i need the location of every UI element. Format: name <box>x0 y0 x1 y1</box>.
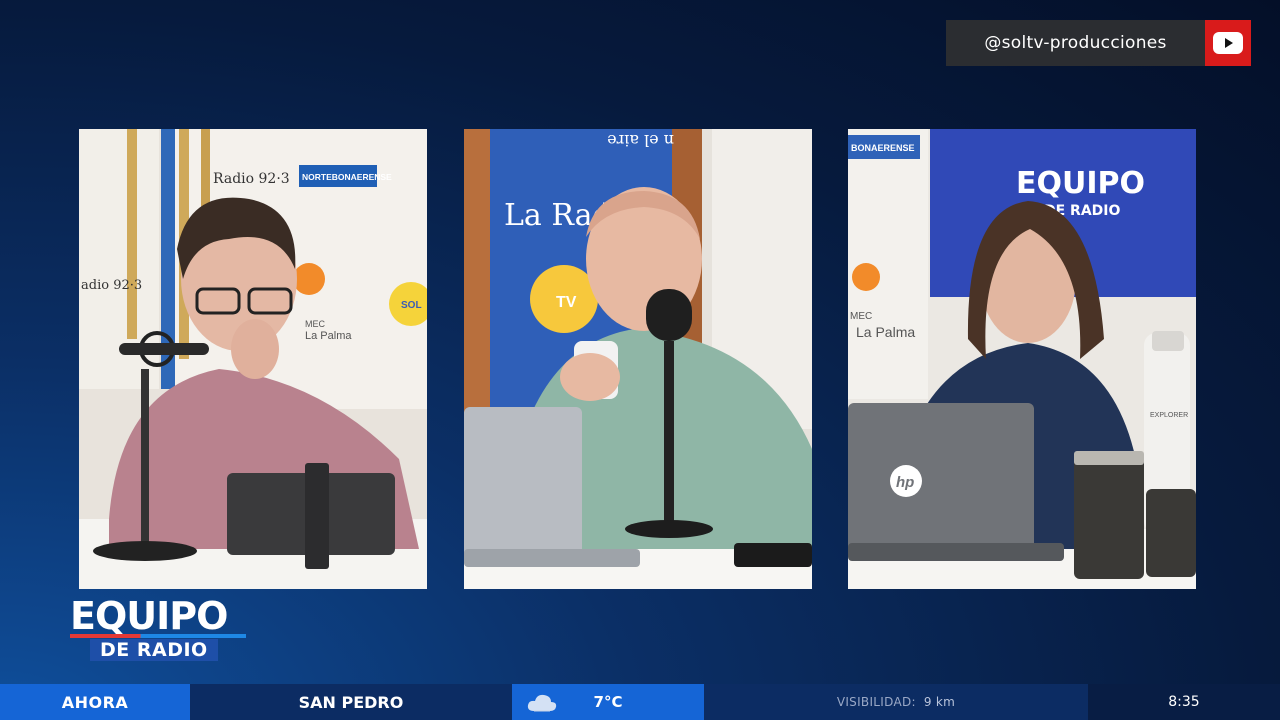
svg-text:La Palma: La Palma <box>856 324 915 340</box>
svg-text:La Palma: La Palma <box>305 330 352 342</box>
svg-text:MEC: MEC <box>850 311 872 322</box>
svg-text:NORTEBONAERENSE: NORTEBONAERENSE <box>302 172 392 182</box>
svg-text:MEC: MEC <box>305 319 326 329</box>
news-ticker: AHORA SAN PEDRO 7°C VISIBILIDAD: 9 km 8:… <box>0 684 1280 720</box>
video-feed-center: n el aire La Radio TV <box>464 129 812 589</box>
ticker-city: SAN PEDRO <box>190 684 512 720</box>
svg-text:hp: hp <box>896 474 914 491</box>
youtube-icon[interactable] <box>1205 20 1251 66</box>
show-logo: EQUIPO DE RADIO <box>68 596 258 666</box>
channel-handle-label: @soltv-producciones <box>946 20 1205 66</box>
ticker-time: 8:35 <box>1088 684 1280 720</box>
ticker-now-label: AHORA <box>0 684 190 720</box>
svg-text:TV: TV <box>556 294 577 311</box>
svg-text:EQUIPO: EQUIPO <box>1016 166 1145 201</box>
ticker-temperature: 7°C <box>593 693 623 711</box>
backdrop-text: Radio 92·3 <box>213 171 290 187</box>
svg-text:n el aire: n el aire <box>607 131 674 150</box>
show-logo-title: EQUIPO <box>70 594 228 638</box>
ticker-visibility-value: 9 km <box>923 695 956 709</box>
svg-text:BONAERENSE: BONAERENSE <box>851 143 915 153</box>
video-feed-left: Radio 92·3 NORTEBONAERENSE adio 92·3 MEC… <box>79 129 427 589</box>
svg-text:adio 92·3: adio 92·3 <box>81 278 142 293</box>
video-feed-right: BONAERENSE EQUIPO DE RADIO MEC La Palma … <box>848 129 1196 589</box>
channel-handle[interactable]: @soltv-producciones <box>946 20 1251 66</box>
show-logo-divider <box>70 634 246 638</box>
show-logo-subtitle: DE RADIO <box>90 639 218 661</box>
ticker-weather: 7°C <box>512 684 704 720</box>
cloud-icon <box>527 694 557 712</box>
svg-text:EXPLORER: EXPLORER <box>1150 412 1188 419</box>
ticker-visibility: VISIBILIDAD: 9 km <box>704 684 1088 720</box>
svg-text:SOL: SOL <box>401 300 422 311</box>
ticker-visibility-label: VISIBILIDAD: <box>836 695 916 709</box>
